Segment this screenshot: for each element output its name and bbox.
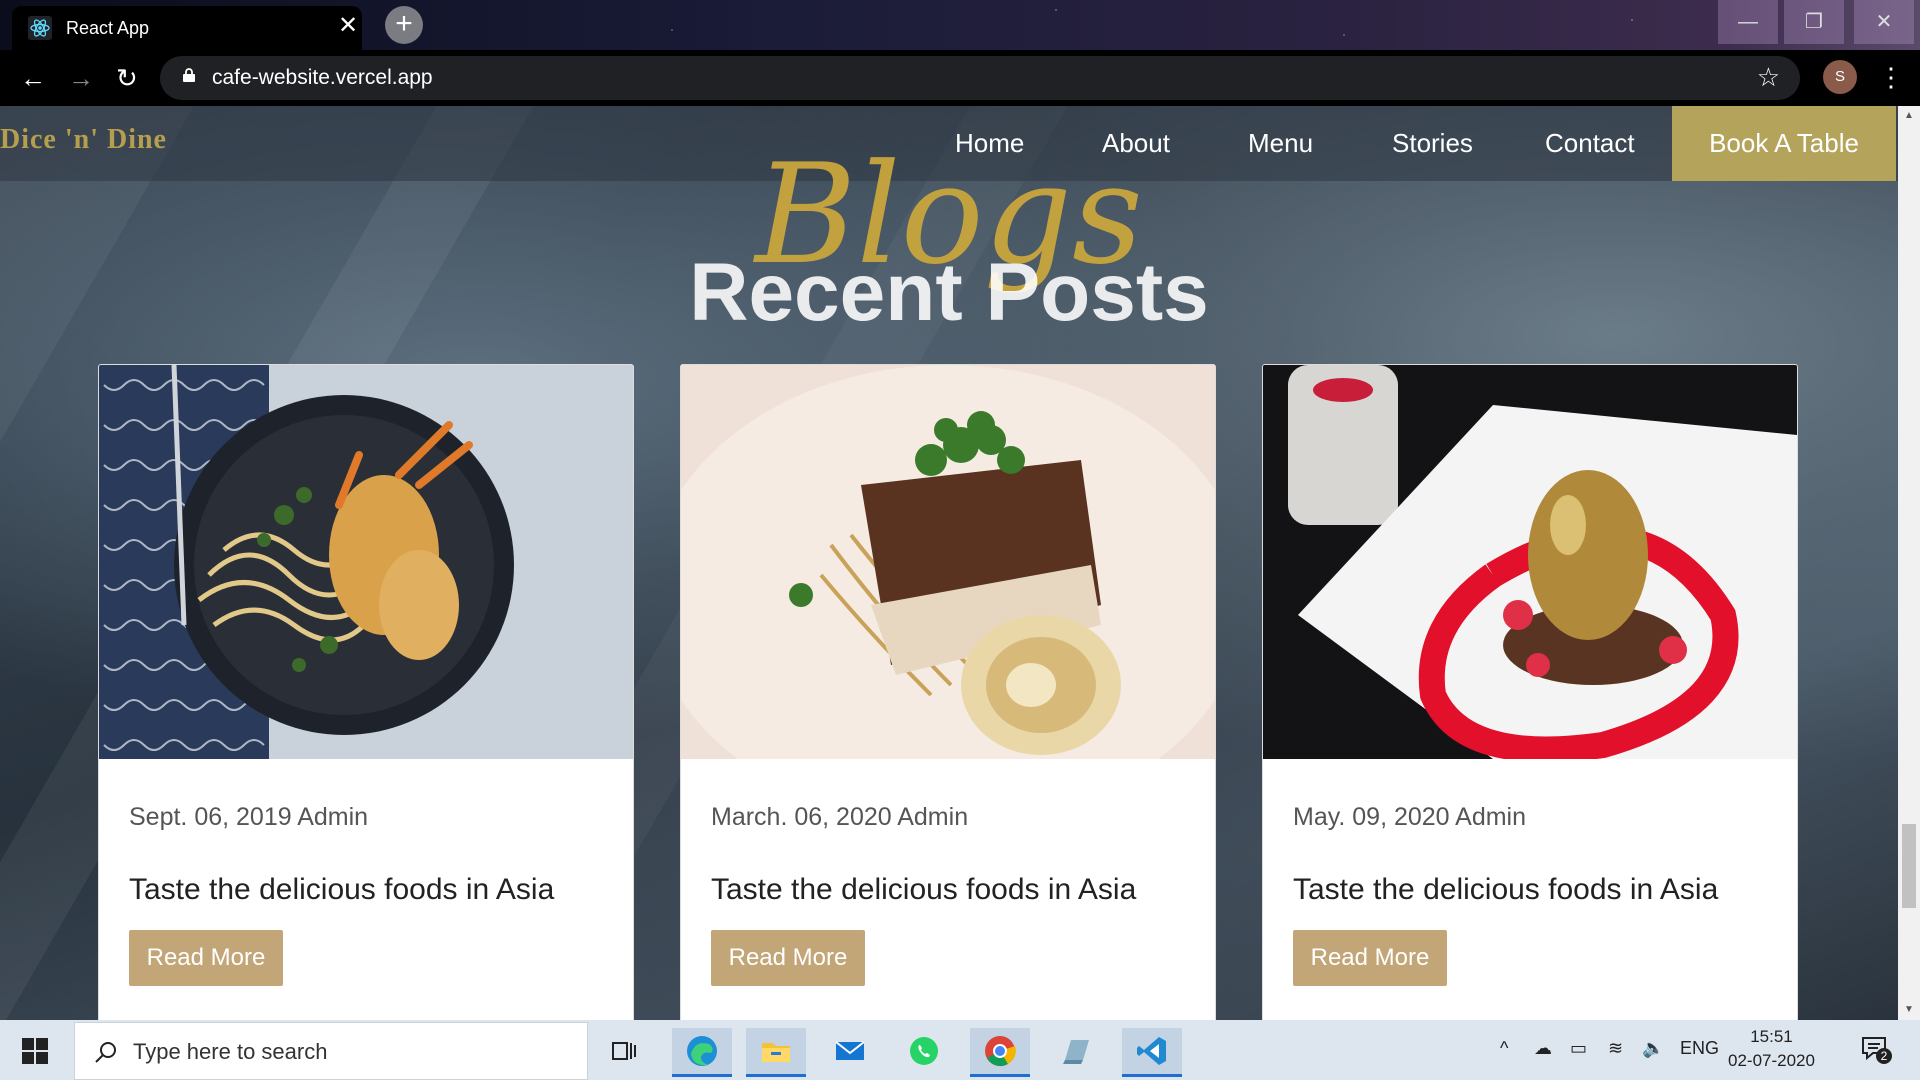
windows-taskbar: Type here to search ^ ☁ ▭ ≋ 🔈 ENG 15:51 … <box>0 1020 1920 1080</box>
show-hidden-icons-chevron-icon[interactable]: ^ <box>1500 1038 1508 1059</box>
read-more-button[interactable]: Read More <box>1293 930 1447 986</box>
battery-icon[interactable]: ▭ <box>1570 1038 1587 1059</box>
vscode-icon[interactable] <box>1122 1028 1182 1077</box>
blog-card: Sept. 06, 2019 Admin Taste the delicious… <box>98 364 634 1020</box>
profile-avatar[interactable]: S <box>1823 60 1857 94</box>
back-arrow-icon[interactable]: ← <box>20 64 46 92</box>
taskbar-search-box[interactable]: Type here to search <box>74 1022 588 1080</box>
read-more-button[interactable]: Read More <box>129 930 283 986</box>
blog-title[interactable]: Taste the delicious foods in Asia <box>1293 873 1718 907</box>
reload-icon[interactable]: ↻ <box>116 64 138 92</box>
blog-image-dessert-egg[interactable] <box>1263 365 1797 759</box>
browser-tab[interactable]: React App ✕ <box>12 6 362 50</box>
forward-arrow-icon[interactable]: → <box>68 64 94 92</box>
windows-start-icon[interactable] <box>22 1038 48 1064</box>
tab-close-icon[interactable]: ✕ <box>338 14 358 38</box>
blog-date-author: Sept. 06, 2019 Admin <box>129 803 369 831</box>
new-tab-button[interactable]: + <box>385 6 423 44</box>
notes-app-icon[interactable] <box>1046 1028 1106 1074</box>
wifi-icon[interactable]: ≋ <box>1608 1038 1623 1059</box>
restore-button[interactable]: ❐ <box>1784 0 1844 44</box>
edge-browser-icon[interactable] <box>672 1028 732 1077</box>
clock-time: 15:51 <box>1750 1027 1793 1046</box>
tab-title: React App <box>66 18 150 38</box>
task-view-icon[interactable] <box>594 1028 654 1074</box>
blog-title[interactable]: Taste the delicious foods in Asia <box>711 873 1136 907</box>
blog-date-author: March. 06, 2020 Admin <box>711 803 969 831</box>
chrome-browser-icon[interactable] <box>970 1028 1030 1077</box>
search-placeholder: Type here to search <box>133 1039 328 1064</box>
page-scrollbar[interactable]: ▲ ▼ <box>1898 106 1920 1020</box>
language-indicator[interactable]: ENG <box>1680 1038 1719 1059</box>
scrollbar-thumb[interactable] <box>1902 824 1916 908</box>
browser-menu-icon[interactable]: ⋮ <box>1878 60 1904 94</box>
blog-title[interactable]: Taste the delicious foods in Asia <box>129 873 554 907</box>
address-bar[interactable]: cafe-website.vercel.app ☆ <box>160 56 1800 100</box>
system-clock[interactable]: 15:51 02-07-2020 <box>1728 1025 1815 1073</box>
section-title: Recent Posts <box>689 247 1209 338</box>
react-logo-icon <box>28 16 52 40</box>
scroll-down-arrow-icon[interactable]: ▼ <box>1904 1004 1914 1015</box>
url-text: cafe-website.vercel.app <box>212 66 433 89</box>
webpage-viewport: Dice 'n' Dine Home About Menu Stories Co… <box>0 106 1898 1020</box>
lock-icon <box>183 68 195 82</box>
close-window-button[interactable]: ✕ <box>1854 0 1914 44</box>
blog-card: May. 09, 2020 Admin Taste the delicious … <box>1262 364 1798 1020</box>
mail-icon[interactable] <box>820 1028 880 1074</box>
volume-icon[interactable]: 🔈 <box>1642 1038 1664 1059</box>
blog-date-author: May. 09, 2020 Admin <box>1293 803 1527 831</box>
blog-image-pasta-plate[interactable] <box>99 365 633 759</box>
clock-date: 02-07-2020 <box>1728 1051 1815 1070</box>
file-explorer-icon[interactable] <box>746 1028 806 1077</box>
browser-toolbar: ← → ↻ cafe-website.vercel.app ☆ S ⋮ <box>0 50 1920 106</box>
read-more-button[interactable]: Read More <box>711 930 865 986</box>
browser-tab-strip: React App ✕ + — ❐ ✕ <box>0 0 1920 50</box>
bookmark-star-icon[interactable]: ☆ <box>1757 62 1780 93</box>
whatsapp-icon[interactable] <box>894 1028 954 1074</box>
search-icon <box>95 1042 116 1063</box>
blog-image-fish-dish[interactable] <box>681 365 1215 759</box>
blog-card: March. 06, 2020 Admin Taste the deliciou… <box>680 364 1216 1020</box>
notification-count-badge: 2 <box>1876 1048 1892 1064</box>
notifications-icon[interactable]: 2 <box>1860 1034 1892 1064</box>
minimize-button[interactable]: — <box>1718 0 1778 44</box>
onedrive-cloud-icon[interactable]: ☁ <box>1534 1038 1552 1059</box>
scroll-up-arrow-icon[interactable]: ▲ <box>1904 110 1914 121</box>
